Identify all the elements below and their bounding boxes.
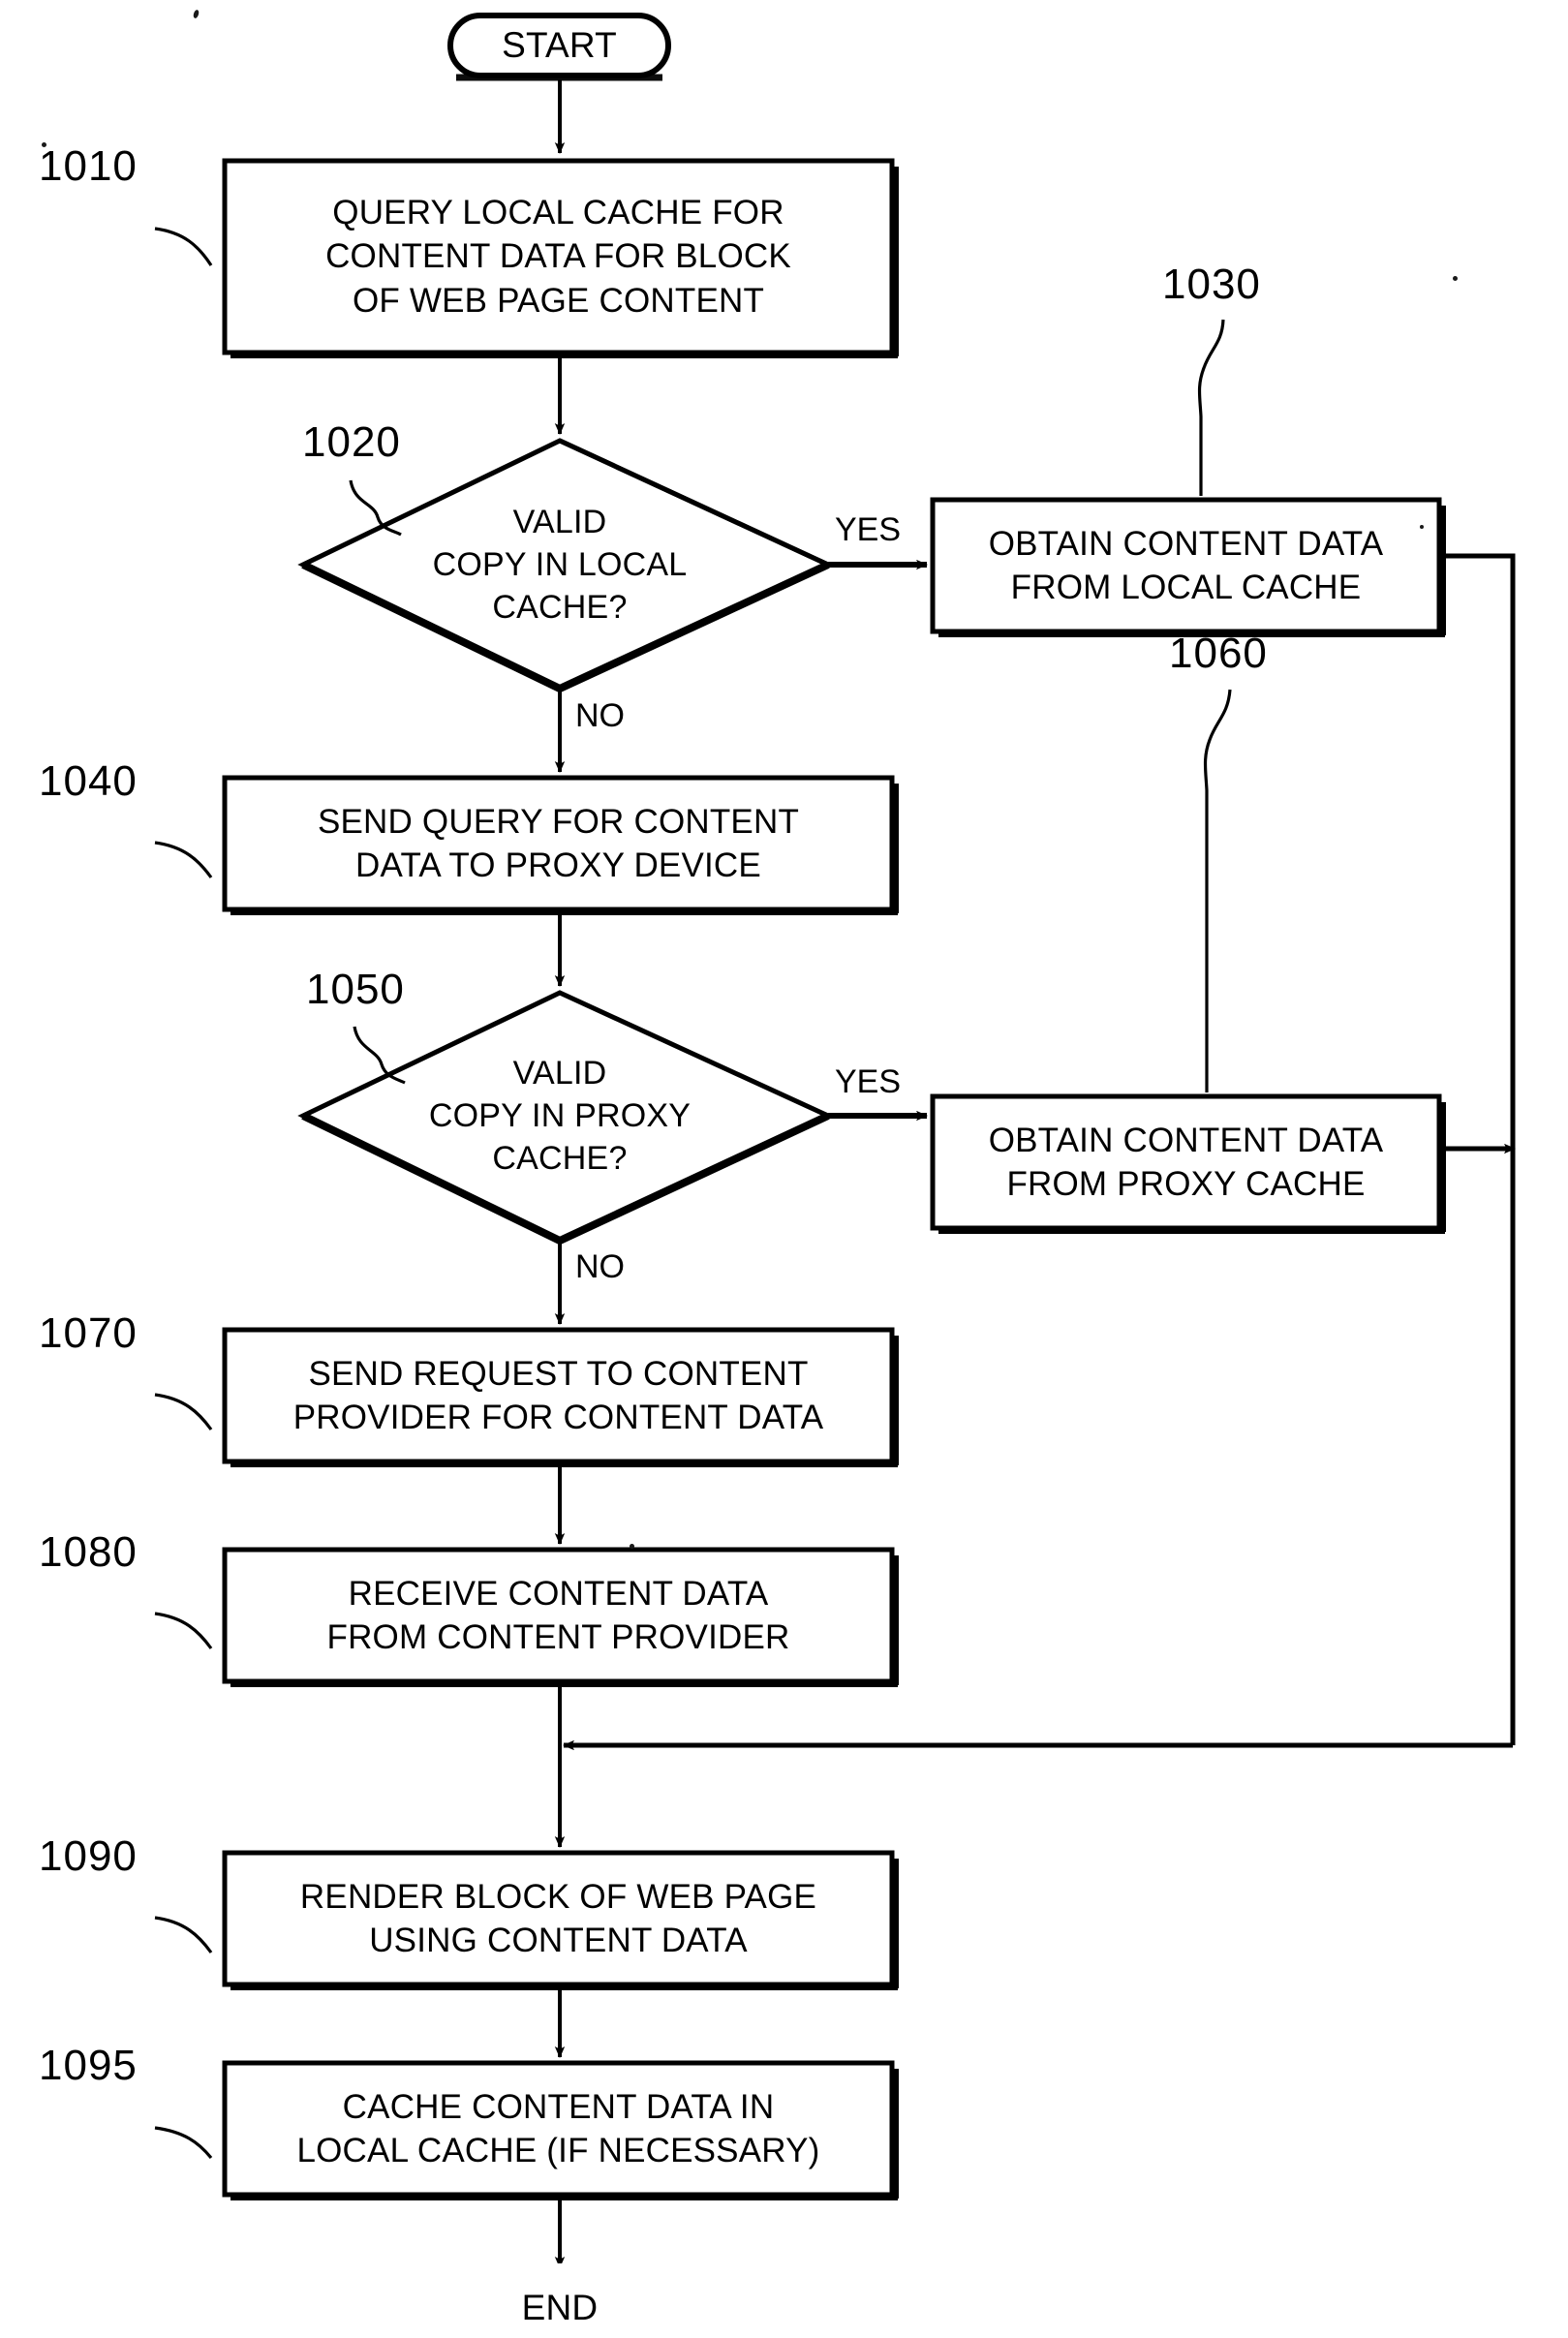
leader-1010: [154, 227, 213, 266]
node-1050-shape: [297, 990, 834, 1245]
node-1090-shape: [222, 1850, 899, 1990]
ref-numeral-1050: 1050: [306, 966, 405, 1013]
node-1030-shape: [930, 497, 1446, 637]
node-1095-shape: [222, 2060, 899, 2200]
scan-speck-left: [42, 142, 46, 147]
leader-1090: [154, 1916, 213, 1953]
flowchart-graphics: [154, 13, 1516, 2263]
node-1060-shape: [930, 1093, 1446, 1234]
ref-numeral-1010: 1010: [39, 142, 138, 190]
scan-speck-low: [630, 1544, 634, 1549]
node-1080-shape: [222, 1547, 899, 1687]
leader-1080: [154, 1612, 213, 1649]
ref-numeral-1090: 1090: [39, 1832, 138, 1880]
leader-1030: [1197, 319, 1225, 496]
leader-1070: [154, 1393, 213, 1430]
node-end-label: END: [455, 2278, 664, 2338]
flowchart-canvas: START QUERY LOCAL CACHE FOR CONTENT DATA…: [0, 0, 1568, 2327]
ref-numeral-1020: 1020: [302, 418, 401, 466]
edge-label-no-proxy: NO: [575, 1248, 625, 1285]
leader-1040: [154, 841, 213, 878]
edge-label-no-local: NO: [575, 697, 625, 734]
edge-label-yes-local: YES: [835, 511, 902, 548]
node-1020-shape: [297, 438, 834, 692]
ref-numeral-1040: 1040: [39, 757, 138, 805]
node-1070-shape: [222, 1327, 899, 1467]
scan-speck-right: [1453, 276, 1458, 281]
ref-numeral-1030: 1030: [1162, 261, 1261, 308]
ref-numeral-1070: 1070: [39, 1309, 138, 1357]
node-1040-shape: [222, 775, 899, 915]
ref-numeral-1095: 1095: [39, 2042, 138, 2089]
scan-speck-mid: [1420, 525, 1424, 529]
ref-numeral-1080: 1080: [39, 1528, 138, 1576]
ref-numeral-1060: 1060: [1169, 630, 1268, 677]
edge-label-yes-proxy: YES: [835, 1063, 902, 1100]
node-1010-shape: [222, 158, 899, 358]
end-line-1: END: [521, 2287, 599, 2327]
node-start-shape: [447, 13, 671, 81]
leader-1060: [1203, 689, 1232, 1092]
leader-1095: [154, 2126, 213, 2160]
